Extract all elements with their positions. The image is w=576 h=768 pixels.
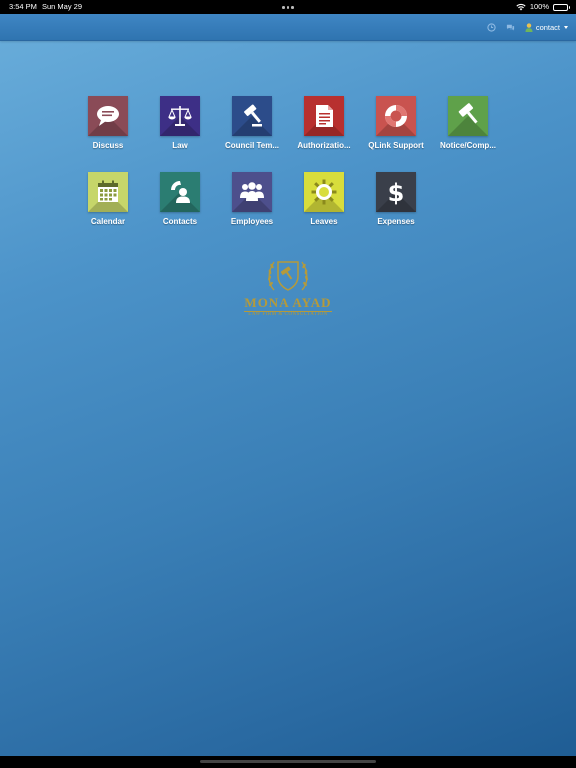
top-nav-bar: contact: [0, 14, 576, 41]
svg-text:$: $: [388, 179, 405, 206]
life-ring-icon: [385, 105, 407, 127]
battery-percentage: 100%: [529, 2, 549, 11]
logo-name: MONA AYAD: [244, 295, 332, 310]
caret-down-icon: [564, 25, 568, 29]
app-tile-expenses: $: [376, 172, 416, 212]
app-qlink-support[interactable]: QLink Support: [360, 96, 432, 150]
company-logo: MONA AYAD LAW FIRM & CONSULTATION: [238, 254, 338, 318]
app-tile-council: [232, 96, 272, 136]
status-bar: 3:54 PM Sun May 29 100%: [0, 0, 576, 14]
status-right: 100%: [516, 0, 570, 14]
app-tile-authorization: [304, 96, 344, 136]
app-label: QLink Support: [368, 141, 424, 150]
multitasking-dots-icon[interactable]: [282, 6, 294, 9]
user-menu[interactable]: contact: [525, 23, 568, 32]
user-avatar-icon: [525, 22, 533, 32]
app-authorization[interactable]: Authorizatio...: [288, 96, 360, 150]
nav-right: contact: [487, 14, 568, 40]
gavel-icon: [458, 103, 478, 124]
app-label: Law: [172, 141, 188, 150]
app-label: Discuss: [92, 141, 124, 150]
app-tile-notice: [448, 96, 488, 136]
scales-icon: [168, 106, 192, 126]
app-label: Calendar: [90, 217, 126, 226]
app-calendar[interactable]: Calendar: [72, 172, 144, 226]
app-label: Authorizatio...: [297, 141, 351, 150]
app-notice-complaints[interactable]: Notice/Comp...: [432, 96, 504, 150]
app-employees[interactable]: Employees: [216, 172, 288, 226]
group-icon: [240, 182, 264, 201]
messages-icon[interactable]: [506, 23, 515, 32]
app-tile-employees: [232, 172, 272, 212]
app-tile-qlink: [376, 96, 416, 136]
app-tile-leaves: [304, 172, 344, 212]
home-indicator[interactable]: [200, 760, 376, 763]
chat-bubble-icon: [97, 106, 119, 126]
app-tile-contacts: [160, 172, 200, 212]
activity-clock-icon[interactable]: [487, 22, 496, 32]
battery-icon: [553, 3, 570, 11]
document-icon: [316, 105, 333, 127]
dollar-icon: $: [388, 179, 405, 206]
app-law[interactable]: Law: [144, 96, 216, 150]
home-screen: contact Discuss Law Council Tem... Autho…: [0, 14, 576, 756]
app-tile-calendar: [88, 172, 128, 212]
laurel-shield-emblem-icon: [268, 261, 308, 291]
app-discuss[interactable]: Discuss: [72, 96, 144, 150]
app-label: Expenses: [377, 217, 415, 226]
app-label: Council Tem...: [224, 141, 280, 150]
app-leaves[interactable]: Leaves: [288, 172, 360, 226]
app-label: Notice/Comp...: [439, 141, 496, 150]
app-contacts[interactable]: Contacts: [144, 172, 216, 226]
user-name: contact: [535, 22, 560, 32]
app-tile-discuss: [88, 96, 128, 136]
home-bar-area: [0, 756, 576, 768]
contact-phone-icon: [171, 181, 190, 203]
wifi-icon: [516, 4, 526, 11]
app-expenses[interactable]: $ Expenses: [360, 172, 432, 226]
app-tile-law: [160, 96, 200, 136]
sun-icon: [311, 179, 337, 205]
app-council-templates[interactable]: Council Tem...: [216, 96, 288, 150]
gavel-icon: [244, 104, 262, 127]
app-label: Employees: [230, 217, 274, 226]
status-date: Sun May 29: [42, 2, 83, 11]
app-label: Contacts: [162, 217, 198, 226]
app-label: Leaves: [310, 217, 338, 226]
logo-tagline: LAW FIRM & CONSULTATION: [244, 311, 332, 318]
status-time: 3:54 PM: [9, 2, 37, 11]
calendar-icon: [98, 180, 118, 202]
